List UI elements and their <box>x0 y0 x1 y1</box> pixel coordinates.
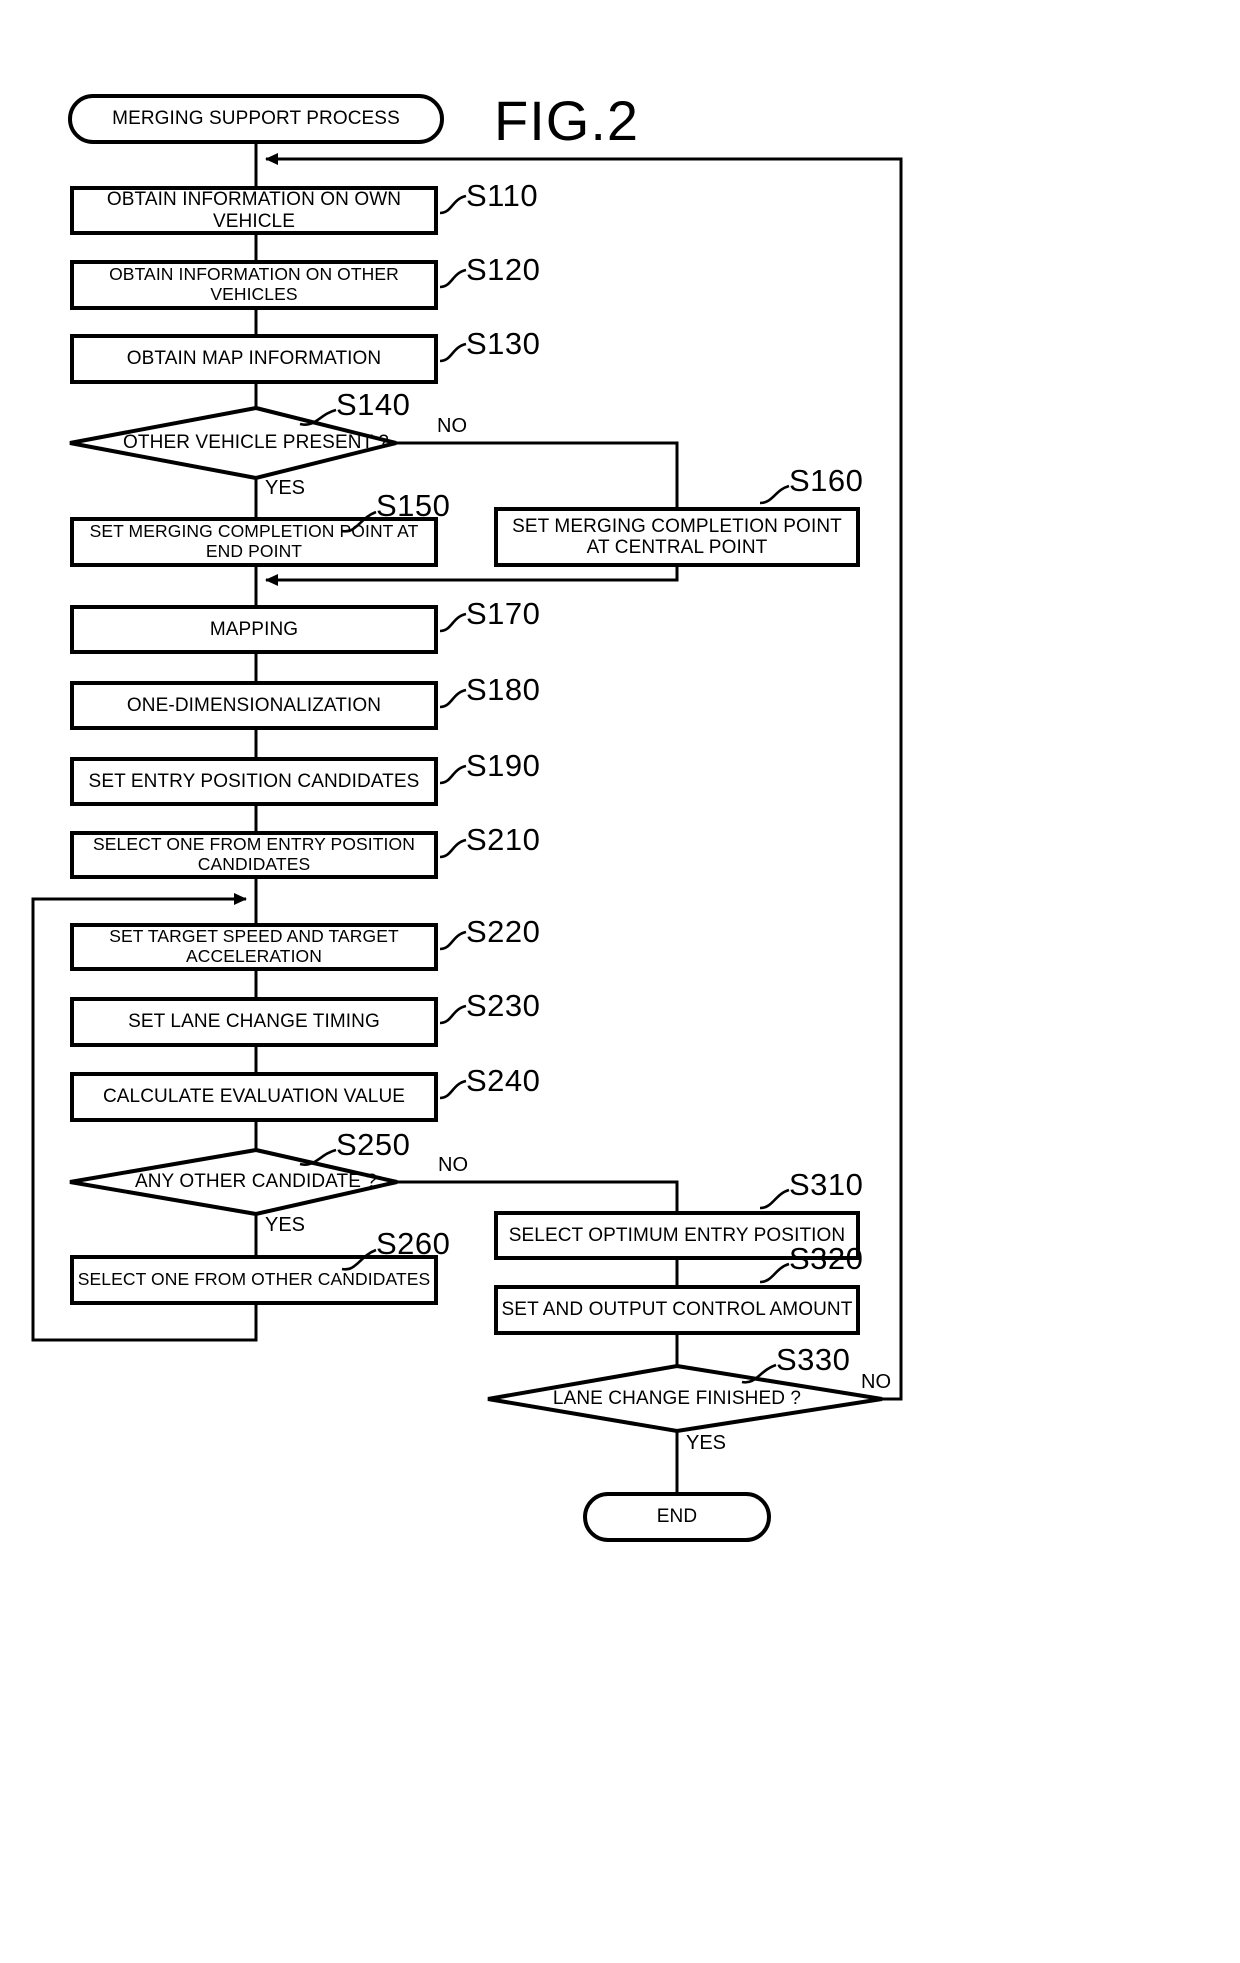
flowchart-canvas <box>31 94 903 1542</box>
step-tag-s150: S150 <box>376 488 451 523</box>
step-tag-s330: S330 <box>776 1342 851 1377</box>
step-tag-s260: S260 <box>376 1226 451 1261</box>
step-tag-s160: S160 <box>789 463 864 498</box>
node-end <box>583 1492 771 1542</box>
node-start <box>68 94 444 144</box>
step-tag-s140: S140 <box>336 387 411 422</box>
step-tag-s170: S170 <box>466 596 541 631</box>
node-s240 <box>70 1072 438 1122</box>
node-s180 <box>70 681 438 730</box>
step-tag-s250: S250 <box>336 1127 411 1162</box>
node-s210 <box>70 831 438 879</box>
step-tag-s230: S230 <box>466 988 541 1023</box>
step-tag-s130: S130 <box>466 326 541 361</box>
step-tag-s220: S220 <box>466 914 541 949</box>
step-tag-s180: S180 <box>466 672 541 707</box>
node-s230 <box>70 997 438 1047</box>
node-s260 <box>70 1255 438 1305</box>
figure-title: FIG.2 <box>494 89 640 152</box>
step-tag-s120: S120 <box>466 252 541 287</box>
branch-label-s330-no: NO <box>861 1371 891 1393</box>
step-tag-s210: S210 <box>466 822 541 857</box>
branch-label-s330-yes: YES <box>686 1432 727 1454</box>
branch-label-s140-no: NO <box>437 415 467 437</box>
step-tag-s110: S110 <box>466 178 539 213</box>
node-s110 <box>70 186 438 235</box>
node-s170 <box>70 605 438 654</box>
step-tag-s190: S190 <box>466 748 541 783</box>
branch-label-s140-yes: YES <box>265 477 306 499</box>
step-tag-s240: S240 <box>466 1063 541 1098</box>
node-s130 <box>70 334 438 384</box>
step-tag-s310: S310 <box>789 1167 864 1202</box>
node-s120 <box>70 260 438 310</box>
node-s150 <box>70 517 438 567</box>
branch-label-s250-yes: YES <box>265 1214 306 1236</box>
node-s190 <box>70 757 438 806</box>
step-tag-s320: S320 <box>789 1241 864 1276</box>
node-s160 <box>494 507 860 567</box>
node-s320 <box>494 1285 860 1335</box>
node-s220 <box>70 923 438 971</box>
branch-label-s250-no: NO <box>438 1154 468 1176</box>
figure-page: FIG.2 MERGING SUPPORT PROCESS OBTAIN INF… <box>0 0 1240 1963</box>
